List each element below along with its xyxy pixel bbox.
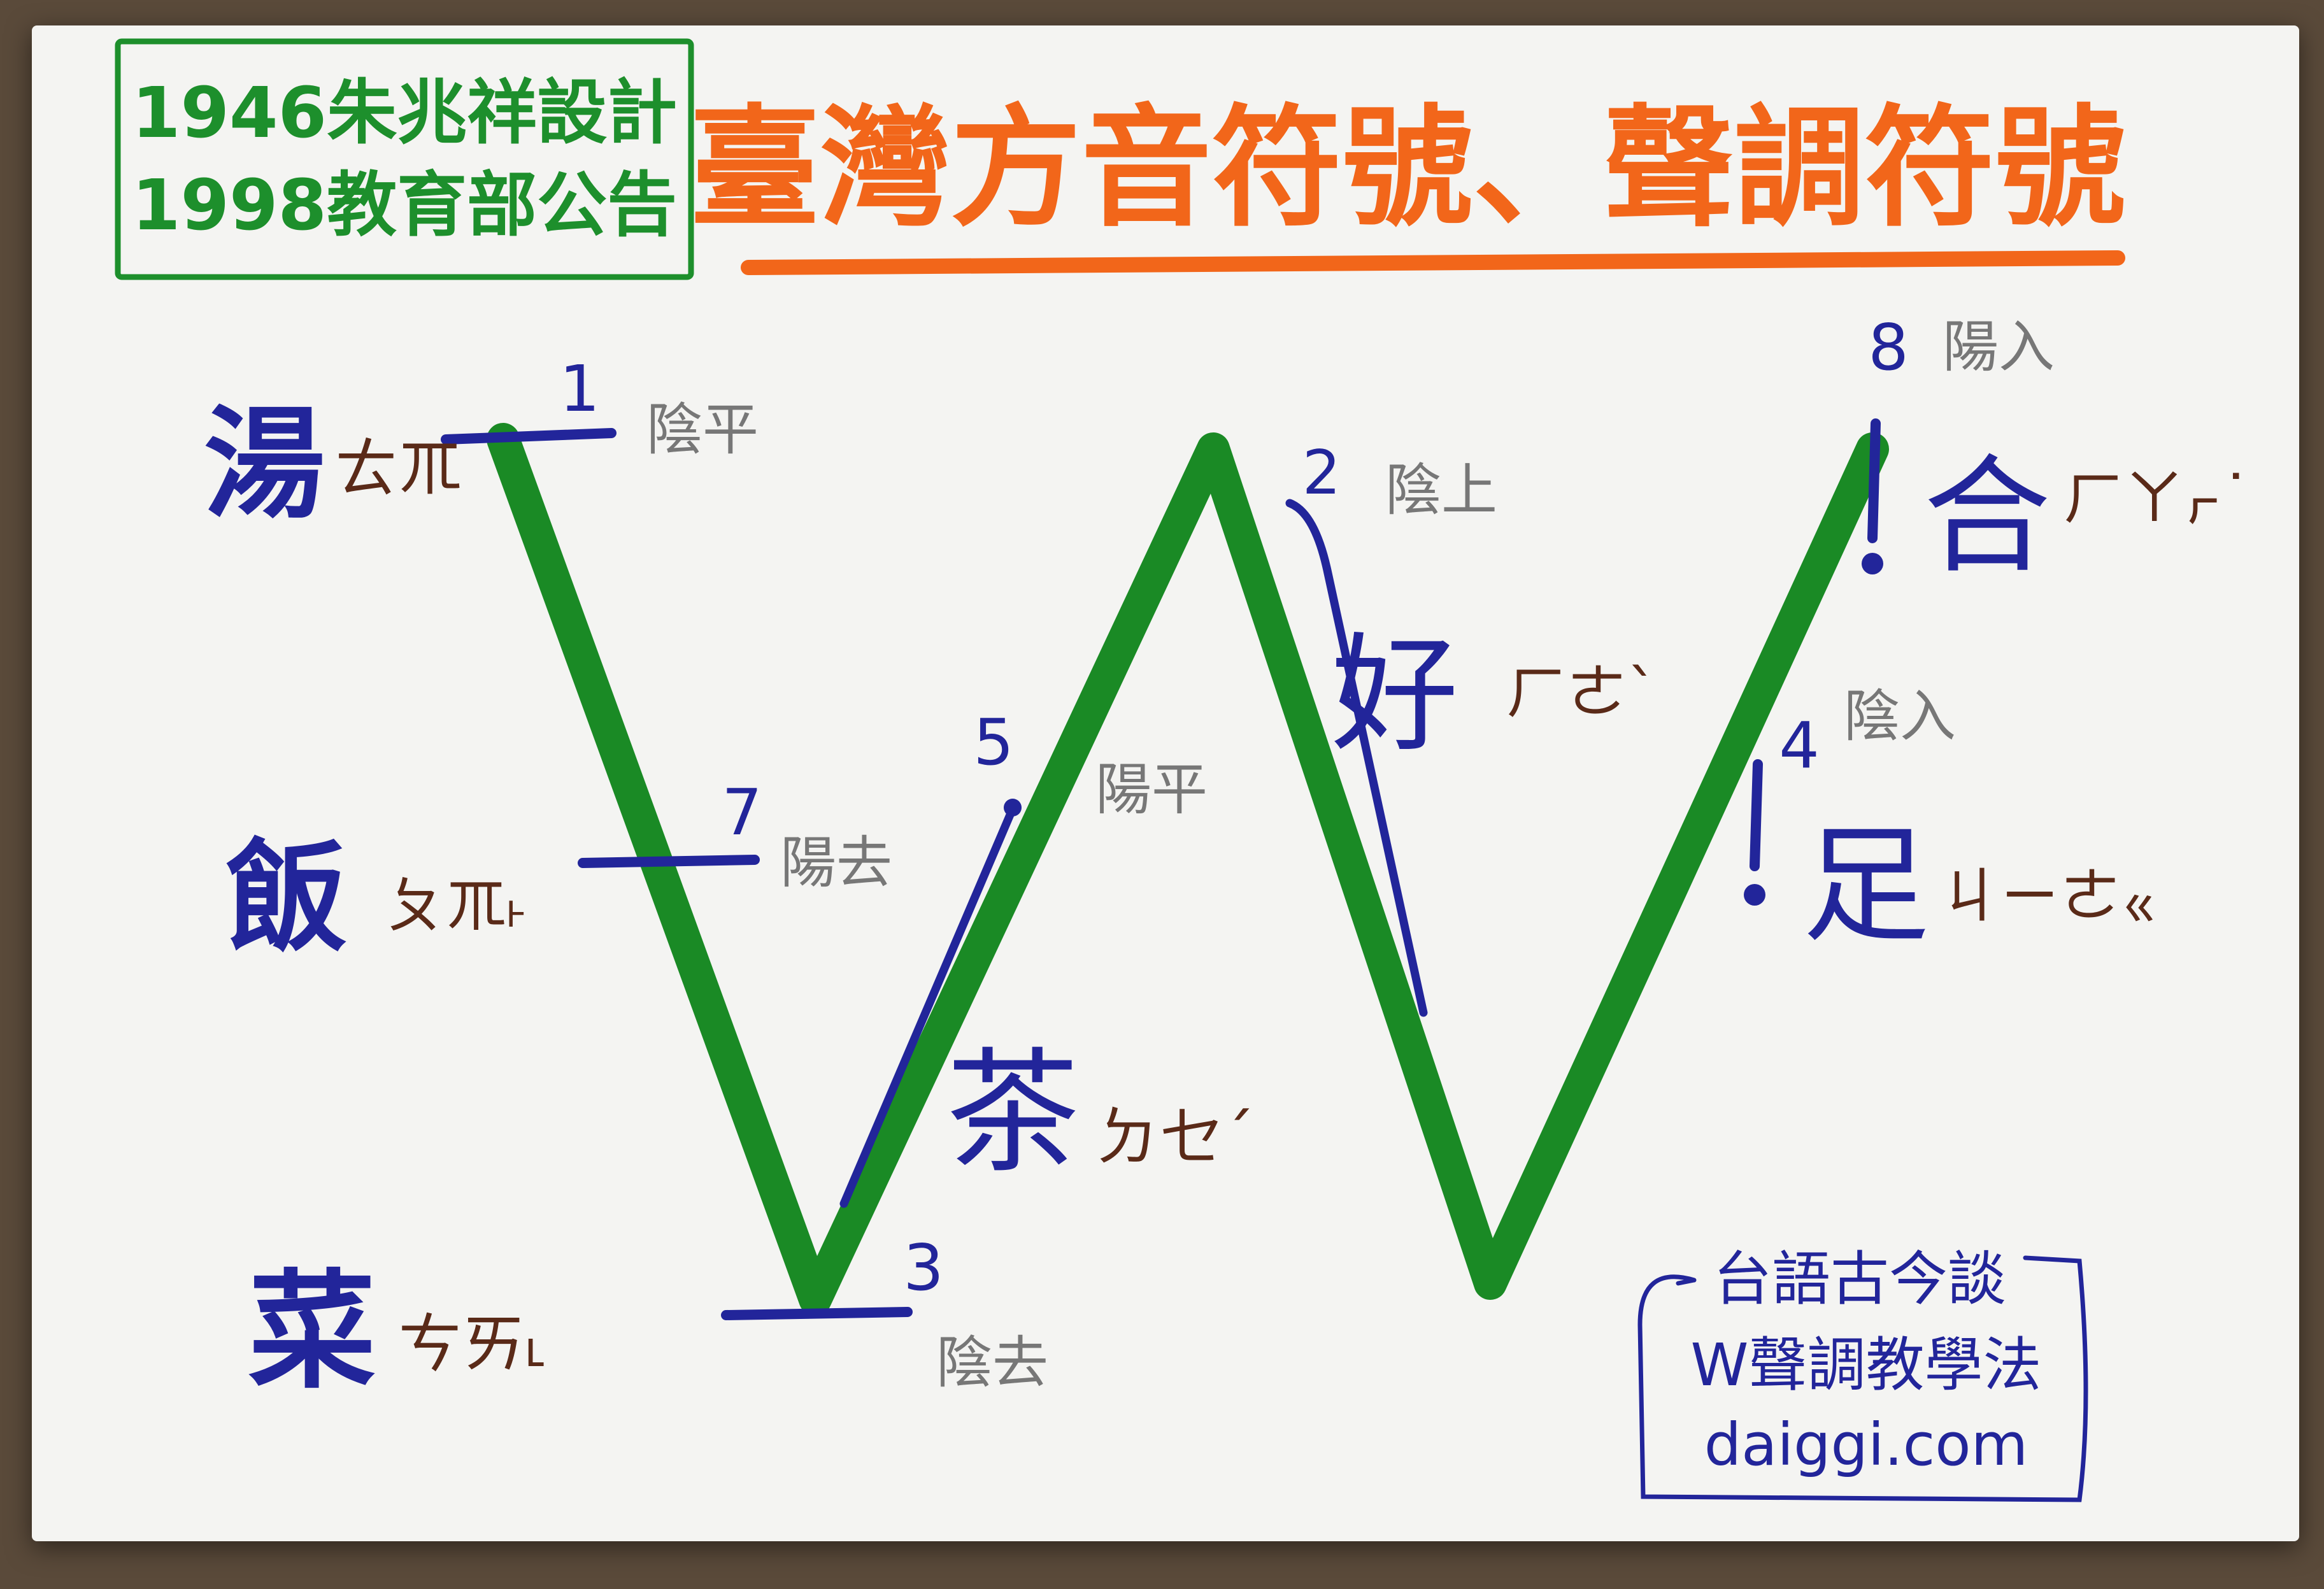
tone4-mark-line	[1750, 759, 1763, 871]
tone8-example: 合	[1923, 443, 2051, 591]
source-line1: 1946朱兆祥設計	[132, 72, 677, 153]
tone4-example: 足	[1802, 812, 1930, 960]
tone2-number: 2	[1302, 438, 1341, 508]
tone1-example: 湯	[204, 394, 325, 535]
tone4-name: 陰入	[1844, 683, 1956, 749]
tone8-name: 陽入	[1943, 314, 2055, 380]
tone3-name: 陰去	[936, 1330, 1048, 1395]
footer-line3: daiggi.com	[1704, 1411, 2028, 1479]
page-title: 臺灣方音符號、聲調符號	[690, 93, 2126, 245]
tone1-zhuyin: ㄊㆭ	[334, 431, 462, 506]
tone2-example: 好	[1331, 621, 1458, 769]
tone-diagram: 1946朱兆祥設計 1998教育部公告 臺灣方音符號、聲調符號 湯 ㄊㆭ 1 陰…	[115, 38, 2251, 1502]
source-line2: 1998教育部公告	[132, 164, 677, 246]
photo: 1946朱兆祥設計 1998教育部公告 臺灣方音符號、聲調符號 湯 ㄊㆭ 1 陰…	[0, 0, 2324, 1589]
tone2-name: 陰上	[1385, 457, 1497, 523]
tone8-mark-dot	[1862, 553, 1883, 574]
tone1-bar	[441, 428, 617, 445]
footer-line1: 台語古今談	[1713, 1245, 2006, 1313]
tone8-zhuyin: ㄏㄚㆷ˙	[2064, 464, 2251, 534]
footer-line2: W聲調教學法	[1691, 1331, 2042, 1399]
tone8-mark-line	[1867, 418, 1881, 543]
tone2-zhuyin: ㄏㄜˋ	[1506, 658, 1658, 728]
title-underline	[741, 250, 2125, 275]
tone5-name: 陽平	[1095, 757, 1208, 822]
tone7-zhuyin: ㄆㆭ˫	[385, 871, 527, 941]
tone3-example: 菜	[248, 1258, 376, 1406]
tone5-example: 茶	[946, 1035, 1080, 1191]
tone5-dot	[1004, 799, 1022, 816]
tone7-example: 飯	[226, 827, 347, 968]
tone7-bar	[578, 855, 760, 868]
tone4-zhuyin: ㄐㄧㄜㆻ	[1939, 862, 2157, 932]
tone8-number: 8	[1868, 310, 1909, 385]
tone5-number: 5	[973, 705, 1014, 780]
tone3-bar	[721, 1307, 913, 1320]
tone7-number: 7	[722, 775, 762, 850]
tone3-zhuyin: ㄘㄞ˪	[398, 1307, 546, 1381]
tone4-number: 4	[1779, 708, 1820, 783]
tone1-name: 陰平	[646, 397, 759, 462]
tone7-name: 陽去	[780, 830, 892, 895]
tone5-zhuyin: ㄉㆤˊ	[1095, 1100, 1255, 1174]
tone4-mark-dot	[1744, 884, 1765, 906]
tone1-number: 1	[559, 352, 600, 426]
tone3-number: 3	[903, 1230, 944, 1305]
